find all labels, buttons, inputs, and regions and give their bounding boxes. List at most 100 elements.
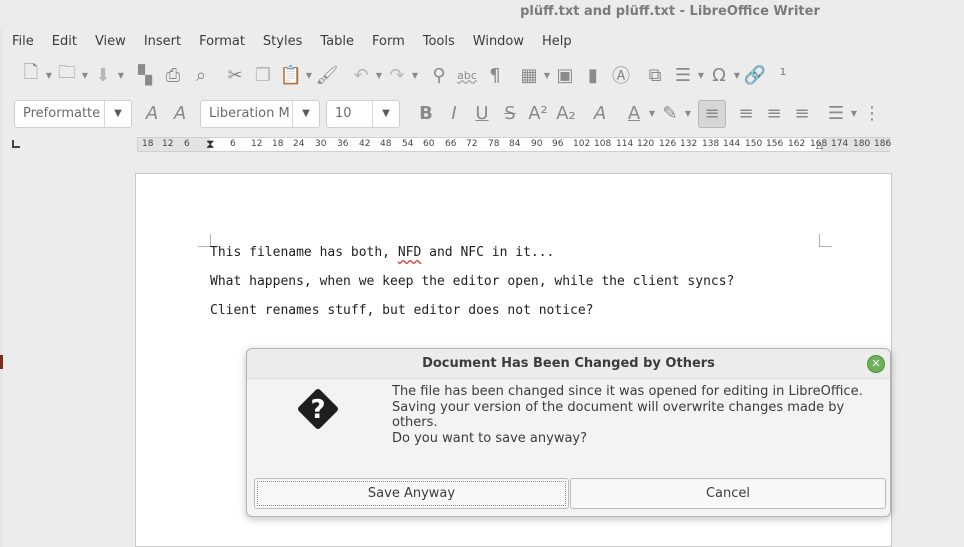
highlight-icon[interactable]: ✎ xyxy=(656,100,684,128)
export-pdf-icon[interactable]: ▚ xyxy=(131,61,159,89)
save-icon[interactable]: ⬇ xyxy=(89,61,117,89)
font-name-select[interactable]: Liberation M ▼ xyxy=(200,99,320,128)
ruler-tick-label: 96 xyxy=(552,139,564,149)
special-character-icon[interactable]: Ω xyxy=(705,61,733,89)
chevron-down-icon[interactable]: ▼ xyxy=(372,100,399,127)
formatting-marks-icon[interactable]: ¶ xyxy=(481,61,509,89)
paragraph-style-select[interactable]: Preformatte ▼ xyxy=(14,99,132,128)
font-color-icon[interactable]: A xyxy=(620,100,648,128)
insert-textbox-icon[interactable]: Ⓐ xyxy=(607,61,635,89)
ruler-tick-label: 120 xyxy=(637,139,655,149)
chevron-down-icon[interactable]: ▼ xyxy=(375,61,383,89)
ruler-tick-label: 48 xyxy=(380,139,392,149)
spelling-error-nfd: NFD xyxy=(397,245,422,260)
print-preview-icon[interactable]: ⌕ xyxy=(187,61,215,89)
chevron-down-icon[interactable]: ▼ xyxy=(850,100,858,128)
cancel-button[interactable]: Cancel xyxy=(570,478,886,509)
chevron-down-icon[interactable]: ▼ xyxy=(292,100,319,127)
ruler-tick-label: 24 xyxy=(293,139,305,149)
line-1-after: and NFC in it... xyxy=(421,245,555,260)
ruler-tick-label: 174 xyxy=(831,139,849,149)
close-icon[interactable]: ✕ xyxy=(867,355,885,373)
chevron-down-icon[interactable]: ▼ xyxy=(697,61,705,89)
cut-icon[interactable]: ✂ xyxy=(221,61,249,89)
menu-view[interactable]: View xyxy=(86,34,135,49)
dialog-header: Document Has Been Changed by Others ✕ xyxy=(247,349,890,379)
find-replace-icon[interactable]: ⚲ xyxy=(425,61,453,89)
strikethrough-icon[interactable]: S xyxy=(496,100,524,128)
doc-line-1[interactable]: This filename has both, NFD and NFC in i… xyxy=(210,245,554,260)
menu-tools[interactable]: Tools xyxy=(414,34,464,49)
underline-icon[interactable]: U xyxy=(468,100,496,128)
menu-insert[interactable]: Insert xyxy=(135,34,190,49)
chevron-down-icon[interactable]: ▼ xyxy=(684,100,692,128)
chevron-down-icon[interactable]: ▼ xyxy=(543,61,551,89)
ruler-tick-label: 138 xyxy=(702,139,720,149)
open-folder-icon[interactable]: 🗀 xyxy=(53,61,81,89)
ruler-tick-label: 180 xyxy=(853,139,871,149)
tab-stop-icon[interactable] xyxy=(12,140,20,148)
page-break-icon[interactable]: ⧉ xyxy=(641,61,669,89)
font-size-value: 10 xyxy=(335,106,352,121)
insert-field-icon[interactable]: ☰ xyxy=(669,61,697,89)
hyperlink-icon[interactable]: 🔗 xyxy=(741,61,769,89)
dialog-question: Do you want to save anyway? xyxy=(392,431,588,446)
chevron-down-icon[interactable]: ▼ xyxy=(305,61,313,89)
ruler-tick-label: 6 xyxy=(230,139,236,149)
menu-form[interactable]: Form xyxy=(363,34,414,49)
ruler-tick-label: 144 xyxy=(723,139,741,149)
standard-toolbar: 🗋 ▼ 🗀 ▼ ⬇ ▼ ▚ ⎙ ⌕ ✂ ❐ 📋 ▼ 🖌 ↶ ▼ ↷ ▼ ⚲ abc ¶ ▦ ▼… xyxy=(3,56,964,94)
menu-file[interactable]: File xyxy=(3,34,43,49)
chevron-down-icon[interactable]: ▼ xyxy=(45,61,53,89)
insert-image-icon[interactable]: ▣ xyxy=(551,61,579,89)
menu-table[interactable]: Table xyxy=(311,34,363,49)
new-document-icon[interactable]: 🗋 xyxy=(17,61,45,89)
chevron-down-icon[interactable]: ▼ xyxy=(117,61,125,89)
clone-formatting-icon[interactable]: 🖌 xyxy=(313,61,341,89)
chevron-down-icon[interactable]: ▼ xyxy=(411,61,419,89)
align-left-icon[interactable]: ≡ xyxy=(698,99,726,128)
align-right-icon[interactable]: ≡ xyxy=(760,100,788,128)
ruler-tick-label: 150 xyxy=(745,139,763,149)
doc-line-2[interactable]: What happens, when we keep the editor op… xyxy=(210,274,734,289)
italic-icon[interactable]: I xyxy=(440,100,468,128)
superscript-icon[interactable]: A² xyxy=(524,100,552,128)
paste-icon[interactable]: 📋 xyxy=(277,61,305,89)
numbered-list-icon[interactable]: ⋮ xyxy=(858,100,886,128)
copy-icon[interactable]: ❐ xyxy=(249,61,277,89)
ruler-area: ⧗ △ 18 12 6 6 12 18 24 30 36 42 48 54 60 66 72 78 84 90 96… xyxy=(3,133,964,157)
insert-table-icon[interactable]: ▦ xyxy=(515,61,543,89)
print-icon[interactable]: ⎙ xyxy=(159,61,187,89)
horizontal-ruler[interactable]: ⧗ △ 18 12 6 6 12 18 24 30 36 42 48 54 60 66 72 78 84 90 96… xyxy=(137,137,891,152)
chevron-down-icon[interactable]: ▼ xyxy=(733,61,741,89)
menu-edit[interactable]: Edit xyxy=(43,34,86,49)
doc-line-3[interactable]: Client renames stuff, but editor does no… xyxy=(210,303,594,318)
menu-window[interactable]: Window xyxy=(464,34,533,49)
subscript-icon[interactable]: A₂ xyxy=(552,100,580,128)
clear-formatting-icon[interactable]: A xyxy=(586,100,614,128)
menu-styles[interactable]: Styles xyxy=(254,34,311,49)
menu-format[interactable]: Format xyxy=(190,34,254,49)
indent-marker-icon[interactable]: ⧗ xyxy=(206,138,214,151)
save-anyway-button[interactable]: Save Anyway xyxy=(254,478,569,509)
line-1-before: This filename has both, xyxy=(210,245,398,260)
spelling-icon[interactable]: abc xyxy=(453,61,481,89)
footnote-icon[interactable]: ¹ xyxy=(769,61,797,89)
ruler-tick-label: 162 xyxy=(788,139,806,149)
new-style-icon[interactable]: A xyxy=(166,100,194,128)
chevron-down-icon[interactable]: ▼ xyxy=(104,100,131,127)
dialog-message-line-1: The file has been changed since it was o… xyxy=(392,384,863,399)
redo-icon[interactable]: ↷ xyxy=(383,61,411,89)
chevron-down-icon[interactable]: ▼ xyxy=(648,100,656,128)
align-center-icon[interactable]: ≡ xyxy=(732,100,760,128)
chevron-down-icon[interactable]: ▼ xyxy=(81,61,89,89)
menu-help[interactable]: Help xyxy=(533,34,581,49)
bold-icon[interactable]: B xyxy=(412,100,440,128)
font-size-select[interactable]: 10 ▼ xyxy=(326,99,400,128)
ruler-tick-label: 36 xyxy=(337,139,349,149)
justify-icon[interactable]: ≡ xyxy=(788,100,816,128)
undo-icon[interactable]: ↶ xyxy=(347,61,375,89)
list-icon[interactable]: ☰ xyxy=(822,100,850,128)
update-style-icon[interactable]: A xyxy=(138,100,166,128)
insert-chart-icon[interactable]: ▮ xyxy=(579,61,607,89)
